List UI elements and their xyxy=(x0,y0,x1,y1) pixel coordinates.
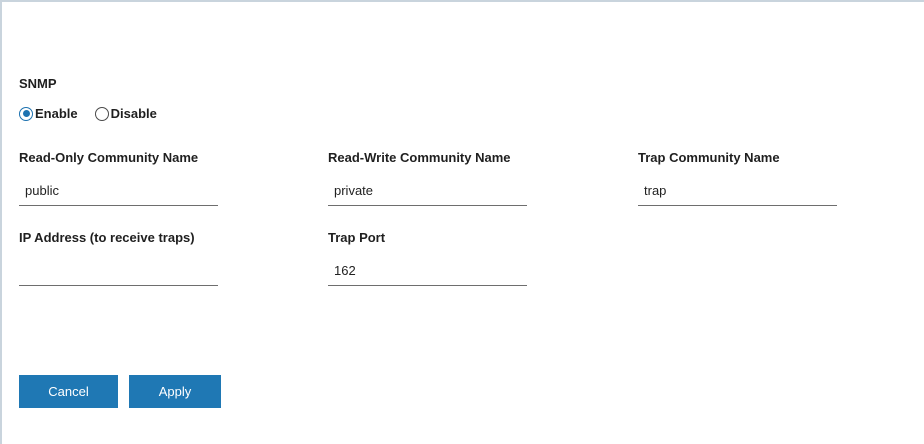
read-write-community-input[interactable] xyxy=(328,176,527,206)
snmp-disable-radio[interactable]: Disable xyxy=(94,106,157,121)
trap-community-label: Trap Community Name xyxy=(638,150,780,165)
radio-checked-icon[interactable] xyxy=(19,106,33,121)
snmp-enable-label: Enable xyxy=(35,106,78,121)
snmp-section-title: SNMP xyxy=(19,76,57,91)
radio-dot-icon xyxy=(22,110,30,117)
snmp-radio-group: Enable Disable xyxy=(19,106,174,121)
read-write-community-label: Read-Write Community Name xyxy=(328,150,511,165)
trap-port-input[interactable] xyxy=(328,256,527,286)
trap-port-label: Trap Port xyxy=(328,230,386,245)
ip-address-label: IP Address (to receive traps) xyxy=(19,230,195,245)
cancel-button[interactable]: Cancel xyxy=(19,375,118,408)
ip-address-input[interactable] xyxy=(19,256,218,286)
trap-community-input[interactable] xyxy=(638,176,837,206)
snmp-enable-radio[interactable]: Enable xyxy=(19,106,78,121)
snmp-disable-label: Disable xyxy=(110,106,157,121)
apply-button[interactable]: Apply xyxy=(129,375,221,408)
radio-unchecked-icon[interactable] xyxy=(94,106,109,121)
read-only-community-label: Read-Only Community Name xyxy=(19,150,199,165)
read-only-community-input[interactable] xyxy=(19,176,218,206)
